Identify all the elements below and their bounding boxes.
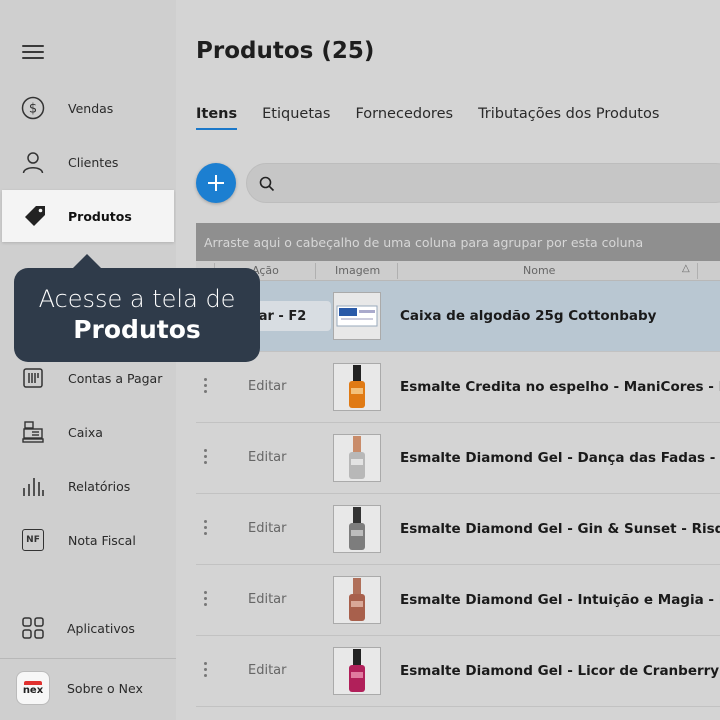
product-image bbox=[333, 647, 381, 695]
product-name: Esmalte Diamond Gel - Dança das Fadas - … bbox=[400, 450, 720, 466]
nex-logo-text: nex bbox=[22, 684, 44, 696]
tab-itens[interactable]: Itens bbox=[196, 106, 238, 130]
search-input[interactable] bbox=[285, 172, 705, 196]
column-separator bbox=[697, 263, 698, 279]
tab-bar: Itens Etiquetas Fornecedores Tributações… bbox=[196, 106, 684, 130]
column-header-nome[interactable]: Nome bbox=[523, 264, 555, 277]
search-icon bbox=[259, 176, 275, 192]
nail-polish-image bbox=[349, 649, 365, 692]
product-image bbox=[333, 576, 381, 624]
sidebar-item-sobre-o-nex[interactable]: nex Sobre o Nex bbox=[0, 662, 176, 714]
sidebar-item-relatorios[interactable]: Relatórios bbox=[0, 460, 176, 512]
product-name: Esmalte Diamond Gel - Gin & Sunset - Ris… bbox=[400, 521, 720, 537]
sidebar-item-nota-fiscal[interactable]: NF Nota Fiscal bbox=[0, 514, 176, 566]
column-separator bbox=[397, 263, 398, 279]
nail-polish-image bbox=[349, 578, 365, 621]
apps-grid-icon bbox=[20, 615, 46, 641]
svg-text:$: $ bbox=[29, 102, 37, 117]
edit-button[interactable]: Editar bbox=[248, 521, 287, 536]
row-menu-icon[interactable] bbox=[204, 591, 208, 606]
sidebar-divider bbox=[0, 658, 176, 659]
edit-button[interactable]: Editar bbox=[248, 450, 287, 465]
tab-tributacoes[interactable]: Tributações dos Produtos bbox=[478, 106, 659, 128]
tooltip-line-1: Acesse a tela de bbox=[38, 285, 236, 313]
tab-etiquetas[interactable]: Etiquetas bbox=[262, 106, 330, 128]
sidebar-item-clientes[interactable]: Clientes bbox=[0, 136, 176, 188]
table-row[interactable]: Editar Esmalte Diamond Gel - Dança das F… bbox=[196, 423, 720, 494]
sidebar-item-label: Nota Fiscal bbox=[68, 532, 136, 548]
sidebar-item-label: Aplicativos bbox=[67, 620, 135, 636]
plus-icon bbox=[208, 175, 224, 191]
sidebar-item-label: Produtos bbox=[68, 208, 132, 224]
product-name: Caixa de algodão 25g Cottonbaby bbox=[400, 308, 657, 324]
bill-icon bbox=[20, 365, 46, 391]
bar-chart-icon bbox=[20, 473, 46, 499]
cash-register-icon bbox=[20, 419, 46, 445]
onboarding-tooltip: Acesse a tela de Produtos bbox=[14, 254, 260, 362]
sort-ascending-icon[interactable]: △ bbox=[682, 263, 690, 274]
dollar-circle-icon: $ bbox=[20, 95, 46, 121]
tooltip-line-2: Produtos bbox=[73, 315, 201, 344]
nf-icon-text: NF bbox=[22, 529, 44, 551]
table-row[interactable]: Editar Esmalte Credita no espelho - Mani… bbox=[196, 352, 720, 423]
menu-icon[interactable] bbox=[22, 45, 44, 61]
tag-icon bbox=[22, 203, 48, 229]
nex-logo: nex bbox=[16, 671, 50, 705]
product-image bbox=[333, 505, 381, 553]
row-menu-icon[interactable] bbox=[204, 520, 208, 535]
nf-icon: NF bbox=[20, 527, 46, 553]
sidebar-item-produtos[interactable]: Produtos bbox=[2, 190, 174, 242]
nail-polish-image bbox=[349, 436, 365, 479]
cotton-box-image bbox=[336, 305, 378, 327]
product-name: Esmalte Diamond Gel - Licor de Cranberry… bbox=[400, 663, 720, 679]
row-menu-icon[interactable] bbox=[204, 662, 208, 677]
table-row[interactable]: Editar Esmalte Diamond Gel - Licor de Cr… bbox=[196, 636, 720, 707]
product-image bbox=[333, 434, 381, 482]
table-row[interactable]: ar - F2 Caixa de algodão 25g Cottonbaby bbox=[196, 281, 720, 352]
group-hint-text: Arraste aqui o cabeçalho de uma coluna p… bbox=[204, 234, 644, 250]
sidebar-item-vendas[interactable]: $ Vendas bbox=[0, 82, 176, 134]
sidebar-item-label: Vendas bbox=[68, 100, 114, 116]
nail-polish-image bbox=[349, 507, 365, 550]
sidebar-item-label: Sobre o Nex bbox=[67, 680, 143, 696]
product-name: Esmalte Credita no espelho - ManiCores -… bbox=[400, 379, 720, 395]
add-product-button[interactable] bbox=[196, 163, 236, 203]
table-row[interactable]: Editar Esmalte Diamond Gel - Gin & Sunse… bbox=[196, 494, 720, 565]
sidebar-item-caixa[interactable]: Caixa bbox=[0, 406, 176, 458]
sidebar-item-label: Relatórios bbox=[68, 478, 131, 494]
sidebar-item-label: Contas a Pagar bbox=[68, 370, 163, 386]
page-title: Produtos (25) bbox=[196, 38, 375, 64]
row-menu-icon[interactable] bbox=[204, 449, 208, 464]
sidebar-item-label: Clientes bbox=[68, 154, 119, 170]
sidebar-item-aplicativos[interactable]: Aplicativos bbox=[0, 602, 176, 654]
edit-button[interactable]: Editar bbox=[248, 592, 287, 607]
column-header-imagem[interactable]: Imagem bbox=[335, 264, 380, 277]
product-image bbox=[333, 363, 381, 411]
edit-button[interactable]: Editar bbox=[248, 379, 287, 394]
edit-button[interactable]: Editar bbox=[248, 663, 287, 678]
product-name: Esmalte Diamond Gel - Intuição e Magia -… bbox=[400, 592, 720, 608]
sidebar-item-label: Caixa bbox=[68, 424, 103, 440]
search-box[interactable] bbox=[246, 163, 720, 203]
product-image bbox=[333, 292, 381, 340]
column-separator bbox=[315, 263, 316, 279]
main-content: Produtos (25) Itens Etiquetas Fornecedor… bbox=[176, 0, 720, 720]
user-icon bbox=[20, 149, 46, 175]
row-menu-icon[interactable] bbox=[204, 378, 208, 393]
table-row[interactable]: Editar Esmalte Diamond Gel - Intuição e … bbox=[196, 565, 720, 636]
grid-header: Ação Imagem Nome △ bbox=[196, 261, 720, 281]
nail-polish-image bbox=[349, 365, 365, 408]
tab-fornecedores[interactable]: Fornecedores bbox=[355, 106, 453, 128]
group-by-panel[interactable]: Arraste aqui o cabeçalho de uma coluna p… bbox=[196, 223, 720, 261]
